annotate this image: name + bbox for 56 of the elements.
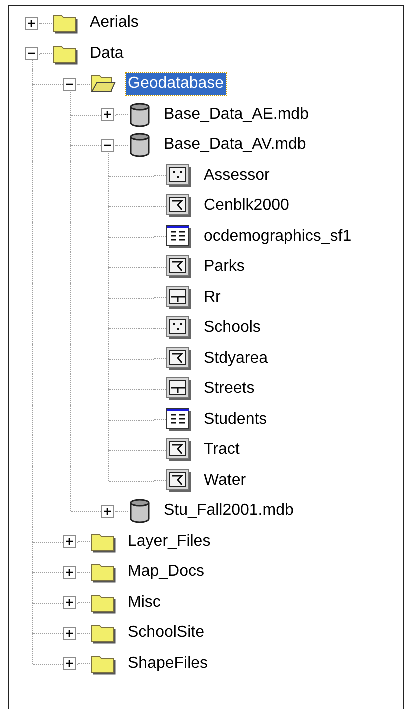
tree-item[interactable]: Students (202, 408, 270, 431)
expand-toggle[interactable] (25, 16, 38, 30)
plus-icon (103, 506, 112, 516)
tree-item[interactable]: Stu_Fall2001.mdb (162, 500, 296, 522)
polygon-layer-icon (166, 438, 192, 462)
database-icon (128, 498, 152, 524)
database-icon (128, 102, 152, 128)
line-layer-icon (166, 377, 192, 402)
plus-icon (103, 110, 112, 120)
expand-toggle[interactable] (63, 626, 76, 640)
tree-item[interactable]: Data (88, 42, 126, 65)
plus-icon (65, 598, 74, 608)
tree-item[interactable]: ocdemographics_sf1 (202, 226, 354, 248)
tree-item[interactable]: Geodatabase (126, 73, 226, 96)
tree-item[interactable]: Water (202, 470, 248, 492)
expand-toggle[interactable] (63, 566, 76, 579)
tree-item[interactable]: Misc (126, 592, 163, 614)
expand-toggle[interactable] (63, 535, 76, 548)
tree-item[interactable]: Base_Data_AV.mdb (162, 134, 308, 156)
plus-icon (65, 659, 74, 668)
database-icon (128, 132, 152, 158)
table-icon (166, 408, 192, 432)
plus-icon (65, 537, 74, 546)
plus-icon (65, 628, 74, 638)
polygon-layer-icon (166, 346, 192, 371)
collapse-toggle[interactable] (101, 138, 114, 152)
expand-toggle[interactable] (101, 504, 114, 518)
tree-item[interactable]: ShapeFiles (126, 652, 210, 675)
expand-toggle[interactable] (63, 596, 76, 610)
expand-toggle[interactable] (63, 657, 76, 670)
expand-toggle[interactable] (101, 108, 114, 122)
tree-item[interactable]: Streets (202, 378, 257, 400)
tree-item[interactable]: Map_Docs (126, 561, 206, 584)
polygon-layer-icon (166, 255, 192, 280)
plus-icon (65, 568, 74, 577)
polygon-layer-icon (166, 194, 192, 218)
tree-item[interactable]: SchoolSite (126, 622, 206, 644)
table-icon (166, 224, 192, 249)
tree-item[interactable]: Parks (202, 256, 247, 278)
collapse-toggle[interactable] (63, 78, 76, 91)
tree-item[interactable]: Layer_Files (126, 530, 213, 553)
tree-item[interactable]: Assessor (202, 164, 272, 187)
tree-item[interactable]: Cenblk2000 (202, 195, 292, 218)
collapse-toggle[interactable] (25, 47, 38, 60)
tree-item[interactable]: Schools (202, 317, 263, 340)
tree-item[interactable]: Stdyarea (202, 348, 270, 370)
tree-item[interactable]: Tract (202, 439, 242, 462)
tree-item[interactable]: Rr (202, 286, 223, 309)
point-layer-icon (166, 316, 192, 340)
tree-item[interactable]: Base_Data_AE.mdb (162, 104, 311, 126)
polygon-layer-icon (166, 468, 192, 493)
line-layer-icon (166, 286, 192, 310)
open-folder-icon (90, 73, 116, 96)
plus-icon (27, 18, 36, 28)
point-layer-icon (166, 164, 192, 188)
tree-item[interactable]: Aerials (88, 12, 141, 34)
